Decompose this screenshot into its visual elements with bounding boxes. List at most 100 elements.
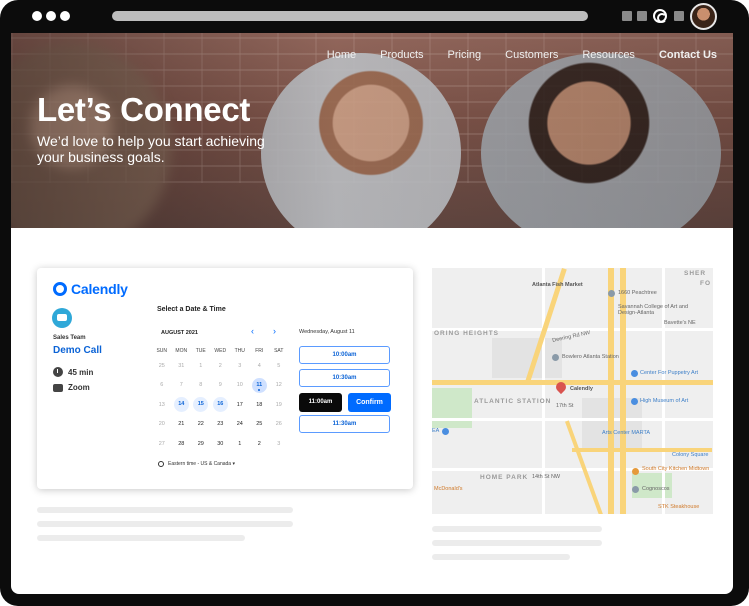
map-label: High Museum of Art: [640, 398, 689, 404]
map-label: SHER: [684, 270, 707, 277]
calendar-week-row: 27 28 29 30 1 2 3: [152, 434, 289, 454]
map-label: Atlanta Fish Market: [532, 282, 583, 288]
window-controls: [32, 11, 70, 21]
next-month-icon[interactable]: ›: [273, 326, 276, 336]
square-icon[interactable]: [674, 11, 684, 21]
calendar-month: AUGUST 2021: [161, 330, 198, 336]
calendar-day: 13: [158, 401, 165, 408]
select-date-heading: Select a Date & Time: [157, 306, 226, 313]
calendar-day: 10: [236, 382, 243, 389]
page-title: Let’s Connect: [37, 91, 251, 128]
weekday-header-row: SUN MON TUE WED THU FRI SAT: [152, 345, 289, 356]
map-label: 14th St NW: [532, 474, 561, 480]
team-avatar: [52, 308, 72, 328]
calendar-day: 31: [178, 362, 185, 369]
map-label: Savannah College of Art and Design-Atlan…: [618, 304, 689, 316]
calendly-logo-icon[interactable]: [653, 9, 667, 23]
calendar-day-selected[interactable]: 11: [251, 377, 267, 393]
placeholder-line: [432, 526, 602, 532]
weekday-label: FRI: [255, 347, 264, 354]
time-slot-button[interactable]: 11:30am: [299, 415, 390, 433]
weekday-label: MON: [175, 347, 188, 354]
map-poi-icon: [632, 486, 639, 493]
calendar-day: 22: [197, 421, 204, 428]
nav-products[interactable]: Products: [380, 49, 423, 61]
calendar-day: 3: [277, 440, 281, 447]
profile-avatar[interactable]: [690, 3, 717, 30]
location-map[interactable]: SHER FO Atlanta Fish Market 1660 Peachtr…: [432, 268, 713, 514]
nav-contact-us[interactable]: Contact Us: [659, 49, 717, 61]
calendar-day: 17: [236, 401, 243, 408]
calendly-brand: Calendly: [71, 281, 128, 297]
map-label: ATLANTIC STATION: [474, 398, 552, 405]
globe-icon: [158, 461, 164, 467]
top-navigation: Home Products Pricing Customers Resource…: [327, 49, 717, 61]
window-dot[interactable]: [46, 11, 56, 21]
calendar-week-row: 25 31 1 2 3 4 5: [152, 356, 289, 376]
confirm-button[interactable]: Confirm: [348, 393, 391, 412]
event-duration: 45 min: [53, 367, 93, 377]
calendar-day: 26: [275, 421, 282, 428]
team-name: Sales Team: [53, 335, 86, 341]
window-dot[interactable]: [60, 11, 70, 21]
time-slot-button[interactable]: 10:30am: [299, 369, 390, 387]
calendar-grid: SUN MON TUE WED THU FRI SAT 25 31 1 2 3 4 5 6 7 8 9 10 11 12…: [152, 345, 289, 454]
map-label: Colony Square: [672, 452, 709, 458]
selected-time-slot[interactable]: 11:00am: [299, 393, 342, 412]
calendar-day: 21: [178, 421, 185, 428]
map-highway: [608, 268, 614, 514]
map-label: Center For Puppetry Art: [640, 370, 699, 376]
calendar-day: 2: [257, 440, 261, 447]
map-label: Cognoscos: [642, 486, 670, 492]
map-label: FO: [700, 280, 712, 287]
placeholder-line: [432, 540, 602, 546]
map-label: HOME PARK: [480, 474, 529, 481]
square-icon[interactable]: [637, 11, 647, 21]
calendar-day: 18: [256, 401, 263, 408]
square-icon[interactable]: [622, 11, 632, 21]
timezone-text: Eastern time - US & Canada ▾: [168, 461, 235, 467]
calendar-day: 12: [275, 382, 282, 389]
hero-overlay: [11, 33, 733, 228]
map-label: Bowlero Atlanta Station: [562, 354, 619, 360]
address-bar[interactable]: [112, 11, 588, 21]
calendar-day[interactable]: 15: [193, 397, 209, 413]
map-poi-icon: [632, 468, 639, 475]
time-slot-button[interactable]: 10:00am: [299, 346, 390, 364]
nav-resources[interactable]: Resources: [582, 49, 635, 61]
map-label: Bavette's NE: [664, 320, 696, 326]
calendar-day: 27: [158, 440, 165, 447]
map-label: EA: [432, 428, 440, 434]
nav-pricing[interactable]: Pricing: [448, 49, 482, 61]
calendar-week-row: 6 7 8 9 10 11 12: [152, 376, 289, 396]
map-label: 17th St: [556, 403, 574, 409]
weekday-label: WED: [214, 347, 227, 354]
map-poi-icon: [552, 354, 559, 361]
event-name: Demo Call: [53, 345, 102, 356]
map-highway: [432, 380, 713, 385]
calendar-day: 1: [238, 440, 242, 447]
map-label: South City Kitchen Midtown: [642, 466, 710, 472]
timezone-selector[interactable]: Eastern time - US & Canada ▾: [158, 461, 235, 467]
map-street: [432, 418, 713, 421]
calendar-week-row: 20 21 22 23 24 25 26: [152, 415, 289, 435]
calendar-day[interactable]: 16: [212, 397, 228, 413]
weekday-label: SAT: [274, 347, 284, 354]
map-poi-icon: [631, 398, 638, 405]
hero-banner: Home Products Pricing Customers Resource…: [11, 33, 733, 228]
window-dot[interactable]: [32, 11, 42, 21]
nav-customers[interactable]: Customers: [505, 49, 558, 61]
location-text: Zoom: [68, 383, 90, 392]
calendly-logo[interactable]: Calendly: [53, 281, 128, 297]
map-park: [432, 388, 472, 428]
nav-home[interactable]: Home: [327, 49, 356, 61]
selected-date-label: Wednesday, August 11: [299, 329, 355, 335]
video-camera-icon: [53, 383, 63, 392]
calendar-day: 9: [218, 382, 222, 389]
weekday-label: TUE: [195, 347, 206, 354]
device-frame: Home Products Pricing Customers Resource…: [0, 0, 749, 606]
calendar-day[interactable]: 14: [173, 397, 189, 413]
map-poi-icon: [442, 428, 449, 435]
prev-month-icon[interactable]: ‹: [251, 326, 254, 336]
map-poi-icon: [631, 370, 638, 377]
